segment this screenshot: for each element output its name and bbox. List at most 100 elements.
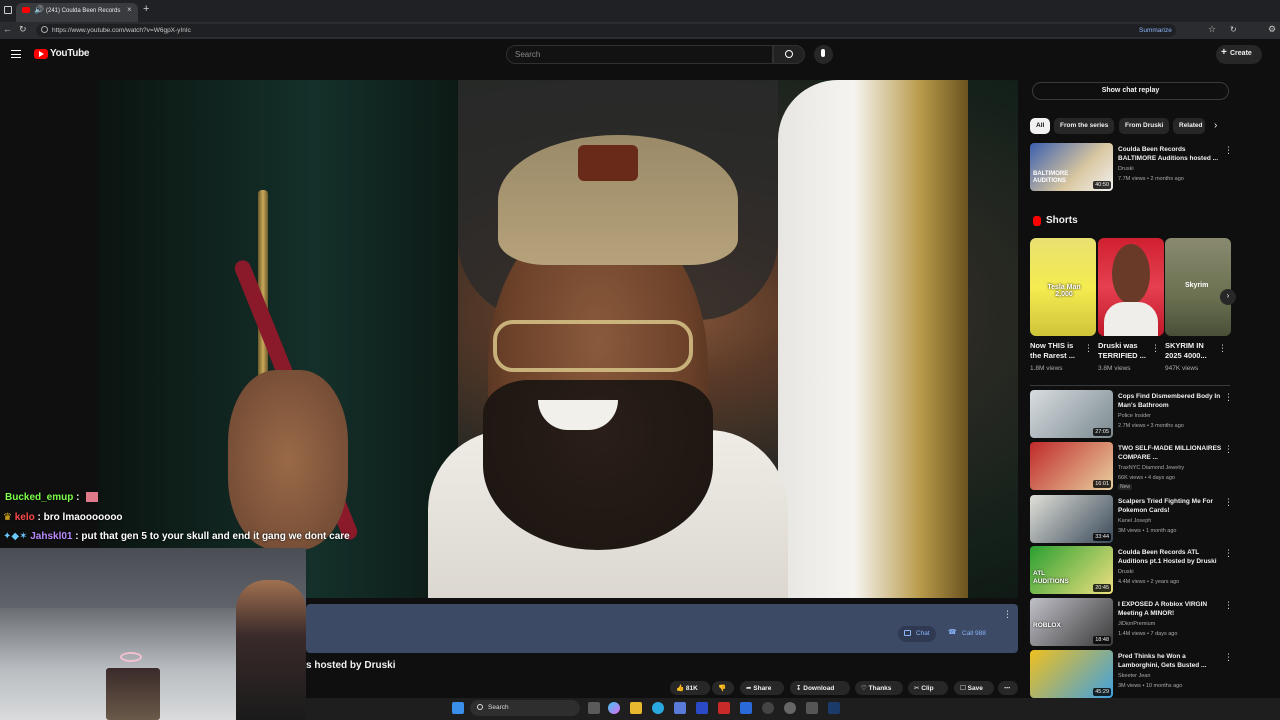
search-button[interactable]: [773, 45, 805, 64]
summarize-button[interactable]: Summarize: [1139, 27, 1172, 34]
channel-name[interactable]: Police Insider: [1118, 413, 1151, 419]
windows-start-icon[interactable]: [452, 702, 464, 714]
copilot-icon[interactable]: [608, 702, 620, 714]
channel-name[interactable]: Druski: [1118, 166, 1134, 172]
call-988-link[interactable]: Call 988: [962, 630, 986, 637]
chat-message: bro lmaooooooo: [43, 512, 123, 523]
more-options-icon[interactable]: ⋮: [1224, 652, 1233, 663]
search-placeholder: Search: [515, 50, 541, 59]
video-thumbnail[interactable]: 27:05: [1030, 390, 1113, 438]
shorts-next-button[interactable]: ›: [1220, 289, 1236, 305]
chip-from-druski[interactable]: From Druski: [1119, 118, 1170, 134]
video-title[interactable]: Cops Find Dismembered Body In Man's Bath…: [1118, 392, 1222, 410]
chat-separator: :: [34, 512, 44, 523]
app-l-icon[interactable]: [696, 702, 708, 714]
short-title[interactable]: Druski was TERRIFIED ...: [1098, 341, 1154, 361]
mic-icon: [821, 49, 825, 57]
short-thumbnail[interactable]: Tesla Man 2,000: [1030, 238, 1096, 336]
obs-icon[interactable]: [762, 702, 774, 714]
more-options-icon[interactable]: ⋮: [1084, 343, 1093, 354]
speaker-icon[interactable]: 🔊: [34, 5, 44, 14]
channel-name[interactable]: Skeeter Jean: [1118, 673, 1150, 679]
short-title[interactable]: SKYRIM IN 2025 4000...: [1165, 341, 1221, 361]
share-button[interactable]: ➦ Share: [740, 681, 784, 695]
voice-search-button[interactable]: [814, 45, 833, 64]
chip-label: All: [1036, 122, 1045, 129]
channel-name[interactable]: TraxNYC Diamond Jewelry: [1118, 465, 1184, 471]
more-options-icon[interactable]: ⋮: [1151, 343, 1160, 354]
chip-all[interactable]: All: [1030, 118, 1051, 134]
thumbnail-text: ROBLOX: [1033, 622, 1061, 629]
video-thumbnail[interactable]: 33:44: [1030, 495, 1113, 543]
video-thumbnail[interactable]: ROBLOX 18:48: [1030, 598, 1113, 646]
short-views: 3.8M views: [1098, 365, 1131, 372]
hand: [228, 370, 348, 550]
video-title[interactable]: Coulda Been Records BALTIMORE Auditions …: [1118, 145, 1222, 163]
short-thumbnail[interactable]: [1098, 238, 1164, 336]
like-button[interactable]: 👍 81K: [670, 681, 710, 695]
extensions-icon[interactable]: ↻: [1230, 25, 1237, 34]
clip-button[interactable]: ✂ Clip: [908, 681, 948, 695]
new-tab-icon[interactable]: +: [143, 3, 149, 15]
more-options-icon[interactable]: ⋮: [1218, 343, 1227, 354]
app-blue-icon[interactable]: [740, 702, 752, 714]
stream-chat-line: ✦◆✶ Jahskl01 : put that gen 5 to your sk…: [3, 531, 350, 542]
channel-name[interactable]: Druski: [1118, 569, 1134, 575]
store-icon[interactable]: [674, 702, 686, 714]
taskbar-search[interactable]: Search: [470, 700, 580, 716]
channel-name[interactable]: JiDionPremium: [1118, 621, 1155, 627]
more-options-icon[interactable]: ⋮: [1224, 392, 1233, 403]
back-icon[interactable]: ←: [3, 24, 12, 34]
dislike-button[interactable]: 👎: [712, 681, 734, 695]
star-icon[interactable]: ☆: [1208, 24, 1216, 35]
steam-icon[interactable]: [828, 702, 840, 714]
video-title[interactable]: Pred Thinks he Won a Lamborghini, Gets B…: [1118, 652, 1222, 670]
chevron-right-icon[interactable]: ›: [1214, 120, 1217, 131]
chip-related[interactable]: Related: [1173, 118, 1205, 134]
more-actions-button[interactable]: ⋯: [998, 681, 1018, 695]
thanks-button[interactable]: ♡ Thanks: [855, 681, 903, 695]
video-thumbnail[interactable]: ATL AUDITIONS 20:45: [1030, 546, 1113, 594]
channel-name[interactable]: Kanel Joseph: [1118, 518, 1151, 524]
save-button[interactable]: ☐ Save: [954, 681, 994, 695]
crown-badge-icon: ♛: [3, 512, 15, 523]
search-icon: [785, 50, 793, 58]
more-options-icon[interactable]: ⋮: [1224, 497, 1233, 508]
settings-icon[interactable]: ⚙: [1268, 24, 1276, 35]
video-title[interactable]: Coulda Been Records ATL Auditions pt.1 H…: [1118, 548, 1222, 566]
video-title[interactable]: Scalpers Tried Fighting Me For Pokemon C…: [1118, 497, 1222, 515]
video-player[interactable]: [98, 80, 1018, 598]
more-options-icon[interactable]: ⋮: [1224, 444, 1233, 455]
red-app-icon[interactable]: [718, 702, 730, 714]
more-options-icon[interactable]: ⋮: [1224, 548, 1233, 559]
video-thumbnail[interactable]: 16:01: [1030, 442, 1113, 490]
short-thumbnail[interactable]: Skyrim: [1165, 238, 1231, 336]
edge-icon[interactable]: [652, 702, 664, 714]
download-button[interactable]: ↧ Download: [790, 681, 850, 695]
show-chat-replay-button[interactable]: Show chat replay: [1032, 82, 1229, 100]
chip-from-the-series[interactable]: From the series: [1054, 118, 1115, 134]
media-icon[interactable]: [784, 702, 796, 714]
like-count: 81K: [685, 685, 698, 692]
video-thumbnail[interactable]: 45:29: [1030, 650, 1113, 698]
video-thumbnail[interactable]: BALTIMORE AUDITIONS 40:50: [1030, 143, 1113, 191]
file-explorer-icon[interactable]: [630, 702, 642, 714]
video-title[interactable]: I EXPOSED A Roblox VIRGIN Meeting A MINO…: [1118, 600, 1222, 618]
arcade-cabinet: [106, 668, 160, 720]
window-menu-icon[interactable]: [4, 6, 12, 14]
create-label: Create: [1230, 50, 1252, 57]
reload-icon[interactable]: ↻: [19, 24, 27, 35]
create-button[interactable]: + Create: [1216, 45, 1262, 64]
search-input[interactable]: Search: [506, 45, 773, 64]
short-title[interactable]: Now THIS is the Rarest ...: [1030, 341, 1086, 361]
url-field[interactable]: https://www.youtube.com/watch?v=W6gpX-yI…: [36, 24, 1176, 37]
close-tab-icon[interactable]: ×: [127, 5, 132, 14]
site-info-icon[interactable]: [41, 26, 48, 33]
more-options-icon[interactable]: ⋮: [1224, 145, 1233, 156]
more-options-icon[interactable]: ⋮: [1003, 609, 1012, 620]
wifi-app-icon[interactable]: [806, 702, 818, 714]
video-title[interactable]: TWO SELF-MADE MILLIONAIRES COMPARE ...: [1118, 444, 1222, 462]
thanks-label: Thanks: [868, 685, 892, 692]
task-view-icon[interactable]: [588, 702, 600, 714]
more-options-icon[interactable]: ⋮: [1224, 600, 1233, 611]
